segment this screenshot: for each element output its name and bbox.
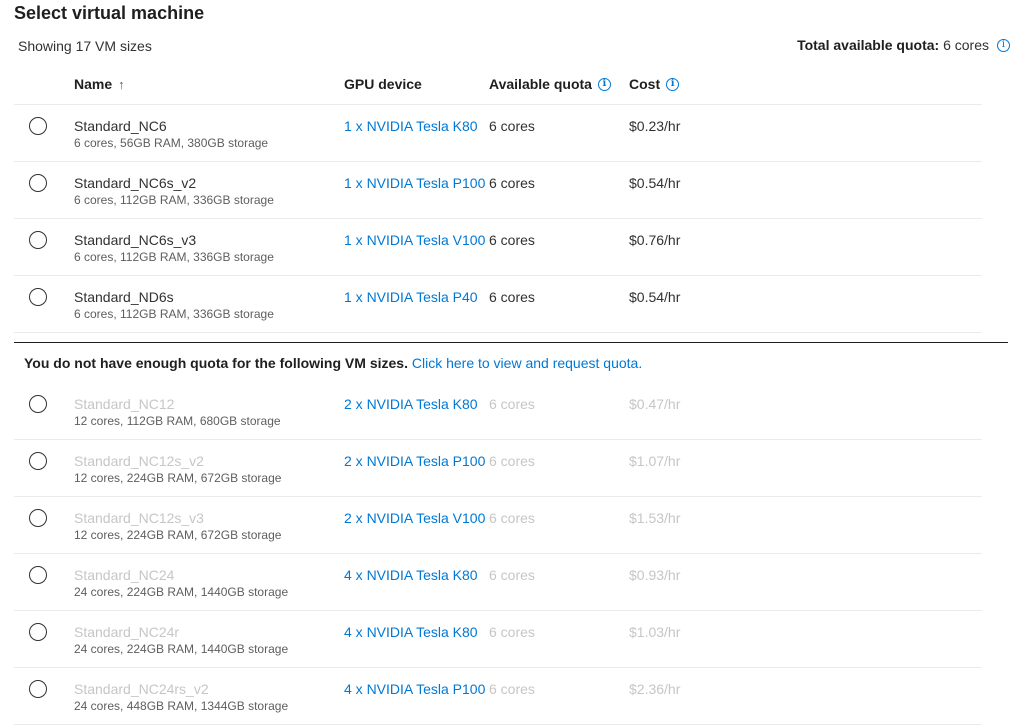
vm-name: Standard_NC24rs_v2 (74, 681, 209, 697)
sort-ascending-icon: ↑ (118, 76, 125, 92)
vm-cost: $1.03/hr (629, 624, 681, 640)
radio-button[interactable] (29, 623, 47, 641)
gpu-device-link[interactable]: 2 x NVIDIA Tesla V100... (344, 510, 486, 526)
total-quota-label: Total available quota: (797, 37, 940, 53)
vm-quota: 6 cores (489, 567, 535, 583)
vm-spec: 6 cores, 56GB RAM, 380GB storage (74, 136, 269, 150)
total-quota-value: 6 cores (943, 37, 989, 53)
table-row[interactable]: Standard_NC6s_v2 6 cores, 112GB RAM, 336… (14, 162, 982, 219)
vm-cost: $0.93/hr (629, 567, 681, 583)
gpu-device-link[interactable]: 1 x NVIDIA Tesla V100... (344, 232, 486, 248)
vm-quota: 6 cores (489, 453, 535, 469)
vm-cost: $0.76/hr (629, 232, 681, 248)
vm-spec: 12 cores, 224GB RAM, 672GB storage (74, 528, 282, 542)
vm-name: Standard_NC12 (74, 396, 175, 412)
radio-button[interactable] (29, 566, 47, 584)
vm-name: Standard_ND6s (74, 289, 174, 305)
vm-name: Standard_NC24r (74, 624, 180, 640)
column-header-cost[interactable]: Cost i (629, 76, 680, 92)
vm-name: Standard_NC24 (74, 567, 175, 583)
info-icon[interactable]: i (997, 38, 1010, 52)
vm-quota: 6 cores (489, 175, 535, 191)
vm-cost: $0.47/hr (629, 396, 681, 412)
gpu-device-link[interactable]: 4 x NVIDIA Tesla P100... (344, 681, 486, 697)
column-header-quota-label: Available quota (489, 76, 592, 92)
table-row[interactable]: Standard_NC6 6 cores, 56GB RAM, 380GB st… (14, 105, 982, 162)
info-icon[interactable]: i (666, 77, 680, 91)
vm-name: Standard_NC6s_v2 (74, 175, 197, 191)
vm-spec: 6 cores, 112GB RAM, 336GB storage (74, 250, 274, 264)
radio-button[interactable] (29, 509, 47, 527)
page-title: Select virtual machine (14, 3, 205, 23)
quota-notice-text: You do not have enough quota for the fol… (24, 355, 408, 371)
info-icon[interactable]: i (597, 77, 611, 91)
vm-name: Standard_NC6 (74, 118, 167, 134)
request-quota-link[interactable]: Click here to view and request quota. (412, 355, 642, 371)
table-row[interactable]: Standard_NC24rs_v2 24 cores, 448GB RAM, … (14, 668, 982, 725)
table-row[interactable]: Standard_NC12 12 cores, 112GB RAM, 680GB… (14, 383, 982, 440)
vm-name: Standard_NC6s_v3 (74, 232, 197, 248)
vm-quota: 6 cores (489, 118, 535, 134)
table-row[interactable]: Standard_NC12s_v3 12 cores, 224GB RAM, 6… (14, 497, 982, 554)
total-quota: Total available quota: 6 cores i (797, 37, 1010, 53)
available-vm-list: Standard_NC6 6 cores, 56GB RAM, 380GB st… (14, 105, 982, 333)
gpu-device-link[interactable]: 4 x NVIDIA Tesla K80 (344, 624, 486, 640)
column-header-quota[interactable]: Available quota i (489, 76, 611, 92)
gpu-device-link[interactable]: 4 x NVIDIA Tesla K80 (344, 567, 486, 583)
quota-notice: You do not have enough quota for the fol… (24, 355, 642, 371)
column-header-name[interactable]: Name ↑ (74, 76, 125, 92)
vm-count-label: Showing 17 VM sizes (18, 38, 152, 54)
gpu-device-link[interactable]: 2 x NVIDIA Tesla K80 (344, 396, 486, 412)
vm-cost: $1.07/hr (629, 453, 681, 469)
radio-button[interactable] (29, 231, 47, 249)
radio-button[interactable] (29, 452, 47, 470)
vm-spec: 6 cores, 112GB RAM, 336GB storage (74, 193, 274, 207)
vm-quota: 6 cores (489, 289, 535, 305)
vm-spec: 12 cores, 224GB RAM, 672GB storage (74, 471, 282, 485)
section-divider (14, 342, 1008, 343)
vm-spec: 24 cores, 224GB RAM, 1440GB storage (74, 642, 289, 656)
vm-spec: 24 cores, 448GB RAM, 1344GB storage (74, 699, 289, 713)
vm-cost: $2.36/hr (629, 681, 681, 697)
vm-quota: 6 cores (489, 232, 535, 248)
gpu-device-link[interactable]: 2 x NVIDIA Tesla P100... (344, 453, 486, 469)
column-header-gpu[interactable]: GPU device (344, 76, 422, 92)
vm-quota: 6 cores (489, 510, 535, 526)
table-row[interactable]: Standard_NC12s_v2 12 cores, 224GB RAM, 6… (14, 440, 982, 497)
table-row[interactable]: Standard_ND6s 6 cores, 112GB RAM, 336GB … (14, 276, 982, 333)
vm-spec: 24 cores, 224GB RAM, 1440GB storage (74, 585, 289, 599)
table-header: Name ↑ GPU device Available quota i Cost… (14, 70, 982, 105)
vm-quota: 6 cores (489, 681, 535, 697)
radio-button[interactable] (29, 288, 47, 306)
radio-button[interactable] (29, 117, 47, 135)
vm-spec: 12 cores, 112GB RAM, 680GB storage (74, 414, 281, 428)
radio-button[interactable] (29, 395, 47, 413)
column-header-gpu-label: GPU device (344, 76, 422, 92)
table-row[interactable]: Standard_NC6s_v3 6 cores, 112GB RAM, 336… (14, 219, 982, 276)
vm-cost: $0.23/hr (629, 118, 681, 134)
table-row[interactable]: Standard_NC24 24 cores, 224GB RAM, 1440G… (14, 554, 982, 611)
gpu-device-link[interactable]: 1 x NVIDIA Tesla P100... (344, 175, 486, 191)
column-header-name-label: Name (74, 76, 113, 92)
table-row[interactable]: Standard_NC24r 24 cores, 224GB RAM, 1440… (14, 611, 982, 668)
column-header-cost-label: Cost (629, 76, 661, 92)
radio-button[interactable] (29, 680, 47, 698)
gpu-device-link[interactable]: 1 x NVIDIA Tesla P40 (344, 289, 486, 305)
unavailable-vm-list: Standard_NC12 12 cores, 112GB RAM, 680GB… (14, 383, 982, 725)
vm-quota: 6 cores (489, 624, 535, 640)
vm-cost: $0.54/hr (629, 289, 681, 305)
vm-name: Standard_NC12s_v3 (74, 510, 204, 526)
vm-spec: 6 cores, 112GB RAM, 336GB storage (74, 307, 274, 321)
vm-cost: $0.54/hr (629, 175, 681, 191)
gpu-device-link[interactable]: 1 x NVIDIA Tesla K80 (344, 118, 486, 134)
vm-name: Standard_NC12s_v2 (74, 453, 204, 469)
vm-quota: 6 cores (489, 396, 535, 412)
vm-cost: $1.53/hr (629, 510, 681, 526)
radio-button[interactable] (29, 174, 47, 192)
